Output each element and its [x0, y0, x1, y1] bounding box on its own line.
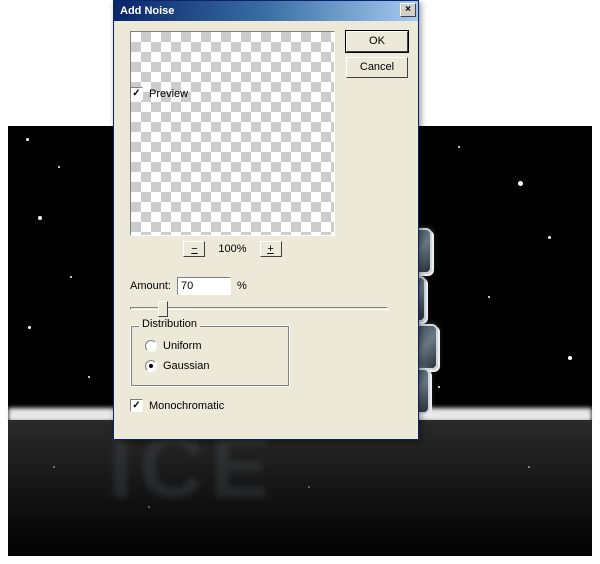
preview-label: Preview	[149, 88, 188, 100]
cancel-button-label: Cancel	[360, 61, 394, 73]
amount-label: Amount:	[130, 280, 171, 292]
monochromatic-checkbox[interactable]: ✓ Monochromatic	[130, 399, 224, 412]
snow-particle	[568, 356, 572, 360]
distribution-group: Distribution Uniform Gaussian	[130, 325, 290, 387]
snow-particle	[38, 216, 42, 220]
snow-particle	[308, 486, 310, 488]
radio-gaussian-label: Gaussian	[163, 360, 209, 372]
snow-particle	[26, 138, 29, 141]
dialog-titlebar[interactable]: Add Noise ×	[114, 1, 418, 21]
amount-row: Amount: %	[130, 277, 247, 295]
radio-uniform[interactable]: Uniform	[145, 340, 202, 352]
ice-text-reflection: ICE	[108, 428, 478, 516]
monochromatic-label: Monochromatic	[149, 400, 224, 412]
ok-button[interactable]: OK	[346, 31, 408, 52]
snow-particle	[488, 296, 490, 298]
snow-particle	[53, 466, 55, 468]
snow-particle	[148, 506, 150, 508]
preview-checkbox[interactable]: ✓ Preview	[130, 87, 202, 100]
amount-input[interactable]	[177, 277, 231, 295]
cancel-button[interactable]: Cancel	[346, 57, 408, 78]
radio-icon	[145, 360, 157, 372]
checkbox-icon: ✓	[130, 399, 143, 412]
dialog-title: Add Noise	[120, 5, 174, 17]
snow-particle	[528, 466, 530, 468]
radio-gaussian[interactable]: Gaussian	[145, 360, 209, 372]
add-noise-dialog: Add Noise × − 100% + Amount: % Distribut…	[113, 0, 419, 440]
zoom-controls: − 100% +	[130, 241, 335, 261]
snow-particle	[548, 236, 551, 239]
snow-particle	[58, 166, 60, 168]
amount-suffix: %	[237, 280, 247, 292]
snow-particle	[70, 276, 72, 278]
radio-icon	[145, 340, 157, 352]
snow-particle	[88, 376, 90, 378]
slider-thumb[interactable]	[158, 301, 168, 317]
snow-particle	[458, 146, 460, 148]
checkbox-icon: ✓	[130, 87, 143, 100]
close-button[interactable]: ×	[400, 3, 416, 17]
zoom-in-button[interactable]: +	[260, 241, 282, 257]
radio-uniform-label: Uniform	[163, 340, 202, 352]
ok-button-label: OK	[369, 35, 385, 47]
snow-particle	[518, 181, 523, 186]
snow-particle	[438, 386, 440, 388]
zoom-percent-label: 100%	[213, 243, 253, 255]
close-icon: ×	[405, 4, 411, 15]
slider-track	[130, 307, 388, 310]
amount-slider[interactable]	[130, 301, 388, 317]
distribution-legend: Distribution	[139, 318, 200, 330]
filter-preview[interactable]	[130, 31, 335, 236]
snow-particle	[28, 326, 31, 329]
zoom-out-button[interactable]: −	[183, 241, 205, 257]
